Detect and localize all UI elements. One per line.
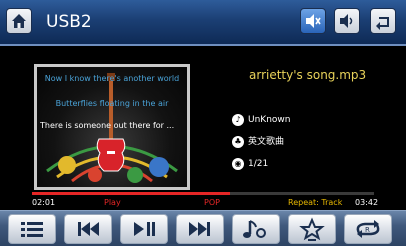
list-icon — [21, 222, 43, 237]
lyric-line: Now I know there's another world — [44, 74, 180, 83]
artist-icon: ♪ — [232, 113, 244, 126]
repeat-icon: R — [356, 220, 380, 238]
source-title: USB2 — [46, 12, 92, 32]
genre-label: POP — [204, 198, 220, 207]
repeat-button[interactable]: R — [344, 214, 392, 244]
repeat-mode: Repeat: Track — [288, 198, 343, 207]
lyric-line: Butterflies floating in the air — [55, 99, 169, 108]
back-button[interactable] — [370, 8, 396, 34]
control-bar: R — [0, 210, 406, 246]
elapsed-time: 02:01 — [32, 198, 56, 207]
music-note-icon — [243, 220, 266, 238]
play-pause-button[interactable] — [120, 214, 168, 244]
mute-icon — [306, 14, 321, 28]
progress-bar[interactable] — [32, 192, 374, 195]
track-index: 1/21 — [248, 159, 269, 169]
previous-icon — [78, 222, 99, 236]
lyric-line-current: There is someone out there for ... — [40, 121, 175, 130]
album-icon: ♣ — [232, 135, 244, 148]
mute-button[interactable] — [300, 8, 326, 34]
favorite-button[interactable] — [288, 214, 336, 244]
home-icon — [12, 14, 26, 28]
artist-name: UnKnown — [248, 115, 291, 125]
playlist-button[interactable] — [8, 214, 56, 244]
volume-icon — [340, 14, 353, 28]
total-time: 03:42 — [355, 198, 379, 207]
album-row: ♣ 英文歌曲 — [232, 135, 284, 149]
album-art: Now I know there's another world Butterf… — [34, 64, 190, 190]
volume-button[interactable] — [334, 8, 360, 34]
home-button[interactable] — [6, 8, 32, 34]
music-info-button[interactable] — [232, 214, 280, 244]
play-state: Play — [104, 198, 121, 207]
header-bar: USB2 — [0, 0, 406, 46]
media-player-screen: USB2 Now I know there's another world Bu… — [0, 0, 406, 246]
artist-row: ♪ UnKnown — [232, 113, 290, 127]
back-icon — [376, 17, 389, 30]
album-name: 英文歌曲 — [248, 137, 285, 147]
next-button[interactable] — [176, 214, 224, 244]
next-icon — [189, 222, 210, 236]
previous-button[interactable] — [64, 214, 112, 244]
song-filename: arrietty's song.mp3 — [249, 68, 367, 82]
star-icon — [299, 217, 325, 241]
track-index-row: ◉ 1/21 — [232, 157, 268, 171]
disc-icon: ◉ — [232, 157, 244, 170]
progress-fill — [32, 192, 231, 195]
svg-text:R: R — [365, 226, 370, 234]
play-pause-icon — [134, 222, 155, 236]
